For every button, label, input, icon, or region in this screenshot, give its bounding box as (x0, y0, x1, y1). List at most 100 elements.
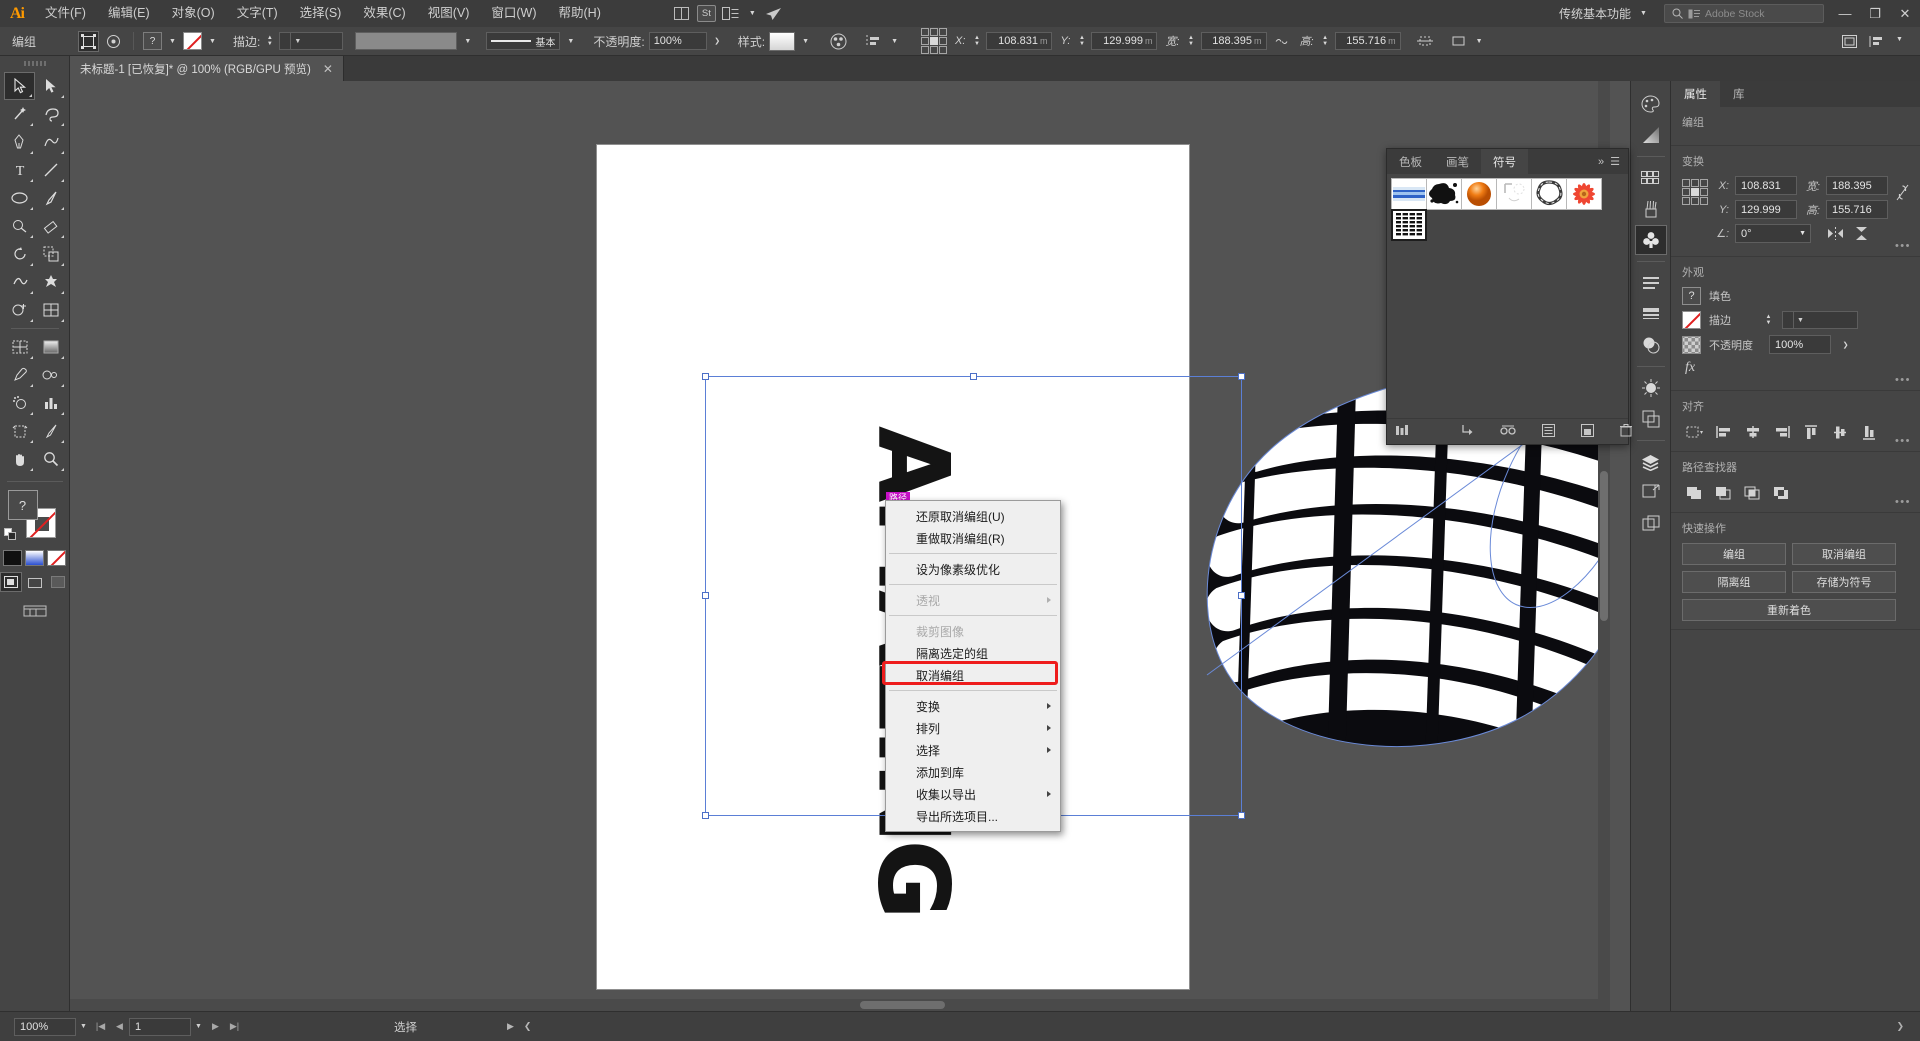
align-center-vertical-icon[interactable] (1827, 421, 1852, 443)
variable-width-profile-box[interactable] (355, 32, 457, 50)
shaper-tool[interactable] (4, 212, 35, 240)
ref-bm[interactable] (1691, 197, 1699, 205)
artboard-number-input[interactable]: 1 (129, 1018, 191, 1036)
context-item-export-selection[interactable]: 导出所选项目... (886, 805, 1060, 827)
perspective-grid-tool[interactable] (35, 296, 66, 324)
canvas-area[interactable]: AMAZING (70, 81, 1610, 1011)
symbol-red-flower[interactable] (1566, 178, 1602, 210)
context-item-transform[interactable]: 变换 (886, 695, 1060, 717)
next-artboard-icon[interactable]: ▶ (206, 1018, 225, 1036)
tab-symbols[interactable]: 符号 (1481, 149, 1528, 174)
width-profile-chevron-down-icon[interactable]: ▼ (461, 32, 474, 50)
tab-properties[interactable]: 属性 (1671, 81, 1720, 107)
stroke-chevron-down-icon[interactable]: ▼ (206, 32, 219, 50)
isolate-group-icon[interactable] (103, 31, 124, 52)
transform-reference-point-widget[interactable] (1682, 176, 1708, 205)
stroke-weight-combo[interactable]: ▼ (279, 32, 343, 50)
paintbrush-tool[interactable] (35, 184, 66, 212)
gradient-swatch[interactable] (25, 550, 44, 566)
width-tool[interactable] (4, 268, 35, 296)
stroke-panel-icon[interactable] (1635, 299, 1667, 329)
align-center-horizontal-icon[interactable] (1740, 421, 1765, 443)
ellipse-tool[interactable] (4, 184, 35, 212)
restore-button[interactable]: ❐ (1860, 0, 1890, 27)
menu-object[interactable]: 对象(O) (161, 0, 226, 27)
document-arrange-icon[interactable] (719, 4, 743, 24)
zoom-level-input[interactable]: 100% (14, 1018, 76, 1036)
share-rocket-icon[interactable] (762, 4, 786, 24)
symbol-ink-splatter[interactable] (1426, 178, 1462, 210)
artboard-chevron-down-icon[interactable]: ▼ (191, 1018, 206, 1036)
align-options-icon[interactable] (863, 31, 884, 52)
constrain-proportions-link-icon[interactable] (1896, 176, 1909, 195)
chevron-down-icon[interactable]: ▼ (1793, 312, 1807, 328)
opacity-expand-icon[interactable]: ❯ (711, 32, 724, 50)
menu-effect[interactable]: 效果(C) (352, 0, 416, 27)
line-segment-tool[interactable] (35, 156, 66, 184)
symbol-options-icon[interactable] (1542, 424, 1555, 440)
ref-tm[interactable] (930, 28, 938, 36)
symbols-panel-icon[interactable] (1635, 225, 1667, 255)
context-item-undo-ungroup[interactable]: 还原取消编组(U) (886, 505, 1060, 527)
direct-selection-tool[interactable] (35, 72, 66, 100)
live-shape-icon[interactable] (1448, 31, 1469, 52)
ref-tm[interactable] (1691, 179, 1699, 187)
align-bottom-icon[interactable] (1856, 421, 1881, 443)
stroke-weight-stepper[interactable]: ▲▼ (264, 32, 275, 50)
color-panel-icon[interactable] (1635, 89, 1667, 119)
shape-builder-tool[interactable] (4, 296, 35, 324)
slice-tool[interactable] (35, 417, 66, 445)
first-artboard-icon[interactable]: |◀ (91, 1018, 110, 1036)
gradient-panel-icon[interactable] (1635, 120, 1667, 150)
default-fill-stroke-icon[interactable] (4, 528, 16, 540)
place-symbol-instance-icon[interactable] (1461, 424, 1474, 439)
context-item-make-pixel-perfect[interactable]: 设为像素级优化 (886, 558, 1060, 580)
minimize-button[interactable]: — (1830, 0, 1860, 27)
constrain-proportions-icon[interactable] (1271, 31, 1292, 52)
symbol-amazing-artwork[interactable] (1391, 209, 1427, 241)
menu-file[interactable]: 文件(F) (34, 0, 97, 27)
blend-tool[interactable] (35, 361, 66, 389)
arrange-documents-icon[interactable] (670, 4, 694, 24)
gradient-tool[interactable] (35, 333, 66, 361)
document-tab[interactable]: 未标题-1 [已恢复]* @ 100% (RGB/GPU 预览) ✕ (70, 56, 344, 81)
context-menu[interactable]: 还原取消编组(U) 重做取消编组(R) 设为像素级优化 透视 裁剪图像 隔离选定… (885, 500, 1061, 832)
selection-tool[interactable] (4, 72, 35, 100)
prop-angle-input[interactable]: 0° ▼ (1735, 224, 1811, 243)
quick-action-group[interactable]: 编组 (1682, 543, 1786, 565)
menu-help[interactable]: 帮助(H) (548, 0, 612, 27)
transform-reference-point[interactable] (921, 28, 947, 54)
angle-chevron-down-icon[interactable]: ▼ (1799, 230, 1806, 237)
menu-edit[interactable]: 编辑(E) (97, 0, 161, 27)
ref-br[interactable] (1700, 197, 1708, 205)
symbols-floating-panel[interactable]: 色板 画笔 符号 » ☰ (1386, 148, 1629, 445)
style-chevron-down-icon[interactable]: ▼ (799, 32, 812, 50)
ref-tl[interactable] (1682, 179, 1690, 187)
recolor-artwork-icon[interactable] (828, 31, 849, 52)
artboards-panel-icon[interactable] (1635, 478, 1667, 508)
pathfinder-intersect-icon[interactable] (1740, 482, 1765, 504)
transparency-panel-icon[interactable] (1635, 330, 1667, 360)
zoom-tool[interactable] (35, 445, 66, 473)
pen-tool[interactable] (4, 128, 35, 156)
swatches-panel-icon[interactable] (1635, 163, 1667, 193)
symbol-rope-ring[interactable] (1531, 178, 1567, 210)
artboard-tool[interactable] (4, 417, 35, 445)
color-swatch-black[interactable] (3, 550, 22, 566)
tab-swatches[interactable]: 色板 (1387, 149, 1434, 174)
tab-brushes[interactable]: 画笔 (1434, 149, 1481, 174)
adobe-stock-search[interactable]: Adobe Stock (1664, 4, 1824, 23)
appearance-stroke-combo[interactable]: ▼ (1782, 311, 1858, 329)
context-item-redo-ungroup[interactable]: 重做取消编组(R) (886, 527, 1060, 549)
toolbar-edit-icon[interactable] (0, 602, 69, 618)
ref-br[interactable] (939, 46, 947, 54)
ref-mr[interactable] (1700, 188, 1708, 196)
prop-x-input[interactable]: 108.831 (1735, 176, 1797, 195)
appearance-opacity-swatch[interactable] (1682, 336, 1701, 354)
quick-action-isolate-group[interactable]: 隔离组 (1682, 571, 1786, 593)
appearance-fill-swatch[interactable]: ? (1682, 287, 1701, 305)
opacity-input[interactable]: 100% (649, 32, 707, 50)
flip-horizontal-icon[interactable] (1825, 224, 1845, 243)
appearance-stroke-stepper[interactable]: ▲▼ (1763, 311, 1774, 329)
rotate-tool[interactable] (4, 240, 35, 268)
